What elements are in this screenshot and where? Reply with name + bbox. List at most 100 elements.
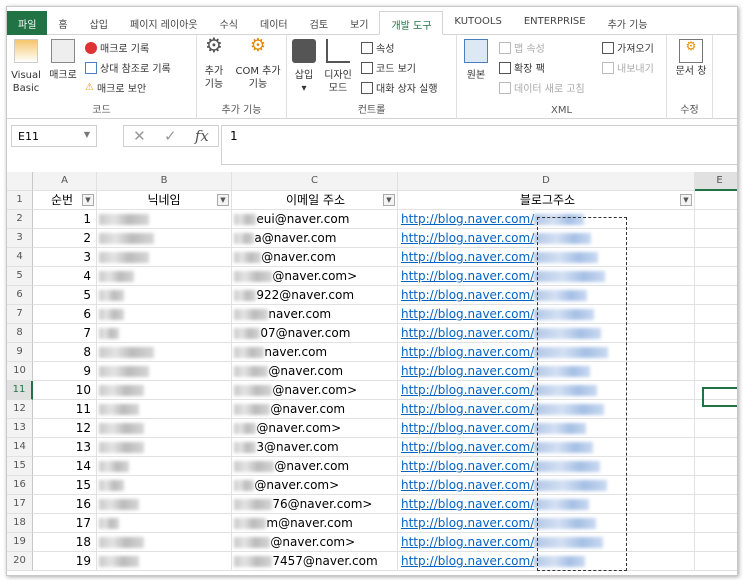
- cell[interactable]: [695, 210, 737, 229]
- cell-email[interactable]: eui@naver.com: [232, 210, 398, 229]
- cell-nickname[interactable]: [97, 400, 232, 419]
- cell-email[interactable]: 07@naver.com: [232, 324, 398, 343]
- row-header[interactable]: 15: [7, 457, 33, 476]
- row-header[interactable]: 12: [7, 400, 33, 419]
- column-header[interactable]: A: [33, 172, 97, 191]
- cell-number[interactable]: 11: [33, 400, 97, 419]
- cell[interactable]: [695, 267, 737, 286]
- macro-security-button[interactable]: ⚠ 매크로 보안: [85, 80, 146, 95]
- cell-nickname[interactable]: [97, 210, 232, 229]
- cell[interactable]: [695, 229, 737, 248]
- cell-number[interactable]: 17: [33, 514, 97, 533]
- insert-control-button[interactable]: 삽입 ▾: [291, 39, 317, 95]
- header-cell[interactable]: 닉네임 ▼: [97, 191, 232, 210]
- row-header[interactable]: 13: [7, 419, 33, 438]
- cell-email[interactable]: 3@naver.com: [232, 438, 398, 457]
- select-all-corner[interactable]: [7, 172, 33, 191]
- row-header[interactable]: 16: [7, 476, 33, 495]
- row-header[interactable]: 1: [7, 191, 33, 210]
- filter-dropdown-icon[interactable]: ▼: [680, 194, 692, 206]
- cell[interactable]: [695, 495, 737, 514]
- cell-number[interactable]: 14: [33, 457, 97, 476]
- map-properties-button[interactable]: 맵 속성: [499, 40, 545, 55]
- cell[interactable]: [695, 305, 737, 324]
- expansion-packs-button[interactable]: 확장 팩: [499, 60, 545, 75]
- row-header[interactable]: 19: [7, 533, 33, 552]
- cell[interactable]: [695, 419, 737, 438]
- name-box[interactable]: E11 ▼: [11, 125, 97, 147]
- cell-number[interactable]: 15: [33, 476, 97, 495]
- cell-nickname[interactable]: [97, 495, 232, 514]
- formula-input[interactable]: 1: [221, 125, 737, 165]
- header-cell[interactable]: 블로그주소 ▼: [398, 191, 695, 210]
- cell-email[interactable]: naver.com: [232, 305, 398, 324]
- header-cell[interactable]: 순번 ▼: [33, 191, 97, 210]
- cell-email[interactable]: @naver.com: [232, 248, 398, 267]
- cell[interactable]: [695, 362, 737, 381]
- cell-email[interactable]: @naver.com: [232, 457, 398, 476]
- cell-nickname[interactable]: [97, 381, 232, 400]
- cell-nickname[interactable]: [97, 324, 232, 343]
- tab-0[interactable]: 파일: [7, 11, 48, 35]
- filter-dropdown-icon[interactable]: ▼: [82, 194, 94, 206]
- properties-button[interactable]: 속성: [361, 40, 394, 55]
- cell-number[interactable]: 4: [33, 267, 97, 286]
- cell-number[interactable]: 18: [33, 533, 97, 552]
- chevron-down-icon[interactable]: ▼: [84, 130, 90, 139]
- cell-email[interactable]: @naver.com: [232, 400, 398, 419]
- cell-email[interactable]: a@naver.com: [232, 229, 398, 248]
- cell-email[interactable]: @naver.com>: [232, 419, 398, 438]
- tab-8[interactable]: 개발 도구: [379, 11, 444, 35]
- tab-4[interactable]: 수식: [209, 11, 249, 35]
- cell-number[interactable]: 2: [33, 229, 97, 248]
- tab-11[interactable]: 추가 기능: [597, 11, 659, 35]
- cell-email[interactable]: m@naver.com: [232, 514, 398, 533]
- column-header[interactable]: C: [232, 172, 398, 191]
- selected-cell-e11[interactable]: [702, 387, 737, 407]
- header-cell[interactable]: 이메일 주소 ▼: [232, 191, 398, 210]
- cell-number[interactable]: 10: [33, 381, 97, 400]
- cell-number[interactable]: 12: [33, 419, 97, 438]
- cell-number[interactable]: 5: [33, 286, 97, 305]
- macro-button[interactable]: 매크로: [47, 39, 79, 82]
- cell-number[interactable]: 1: [33, 210, 97, 229]
- row-header[interactable]: 5: [7, 267, 33, 286]
- column-header[interactable]: D: [398, 172, 695, 191]
- visual-basic-button[interactable]: Visual Basic: [11, 39, 41, 95]
- run-dialog-button[interactable]: 대화 상자 실행: [361, 80, 438, 95]
- cell-nickname[interactable]: [97, 476, 232, 495]
- column-header[interactable]: B: [97, 172, 232, 191]
- cell-number[interactable]: 13: [33, 438, 97, 457]
- view-code-button[interactable]: 코드 보기: [361, 60, 416, 75]
- cell-email[interactable]: @naver.com: [232, 362, 398, 381]
- cell-number[interactable]: 9: [33, 362, 97, 381]
- cell[interactable]: [695, 457, 737, 476]
- cell-number[interactable]: 3: [33, 248, 97, 267]
- row-header[interactable]: 6: [7, 286, 33, 305]
- relative-ref-button[interactable]: 상대 참조로 기록: [85, 60, 171, 75]
- cell-nickname[interactable]: [97, 438, 232, 457]
- insert-function-icon[interactable]: fx: [195, 127, 209, 145]
- cell-email[interactable]: @naver.com>: [232, 533, 398, 552]
- record-macro-button[interactable]: 매크로 기록: [85, 40, 149, 55]
- cell[interactable]: [695, 248, 737, 267]
- cell[interactable]: [695, 191, 737, 210]
- cell[interactable]: [695, 476, 737, 495]
- cell-nickname[interactable]: [97, 514, 232, 533]
- tab-6[interactable]: 검토: [299, 11, 339, 35]
- tab-2[interactable]: 삽입: [79, 11, 119, 35]
- cell-nickname[interactable]: [97, 305, 232, 324]
- row-header[interactable]: 9: [7, 343, 33, 362]
- tab-10[interactable]: ENTERPRISE: [513, 11, 597, 35]
- row-header[interactable]: 18: [7, 514, 33, 533]
- cell-email[interactable]: 7457@naver.com: [232, 552, 398, 571]
- cell-email[interactable]: 922@naver.com: [232, 286, 398, 305]
- cell[interactable]: [695, 343, 737, 362]
- import-button[interactable]: 가져오기: [602, 40, 654, 55]
- row-header[interactable]: 17: [7, 495, 33, 514]
- export-button[interactable]: 내보내기: [602, 60, 654, 75]
- cell-nickname[interactable]: [97, 419, 232, 438]
- cell-nickname[interactable]: [97, 248, 232, 267]
- row-header[interactable]: 2: [7, 210, 33, 229]
- row-header[interactable]: 10: [7, 362, 33, 381]
